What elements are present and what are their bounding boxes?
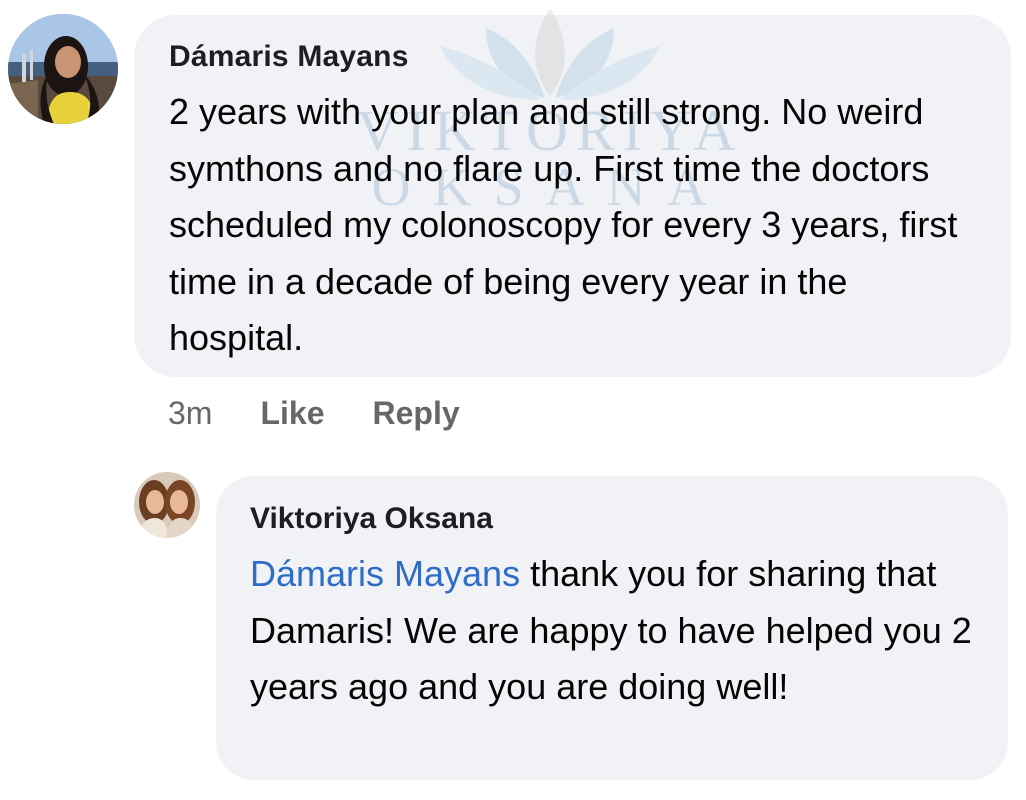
mention-link[interactable]: Dámaris Mayans xyxy=(250,553,520,594)
avatar-photo xyxy=(134,472,200,538)
commenter-avatar[interactable] xyxy=(8,14,118,124)
comment-text: 2 years with your plan and still strong.… xyxy=(169,91,958,358)
comment-actions: 3m Like Reply xyxy=(168,390,460,436)
reply-author-name[interactable]: Viktoriya Oksana xyxy=(250,502,493,536)
replier-avatar[interactable] xyxy=(134,472,200,538)
reply-button[interactable]: Reply xyxy=(372,395,459,432)
avatar-photo xyxy=(8,14,118,124)
like-button[interactable]: Like xyxy=(260,395,324,432)
comment-author-name[interactable]: Dámaris Mayans xyxy=(169,40,409,74)
reply-text: Dámaris Mayans thank you for sharing tha… xyxy=(250,546,990,716)
comment-timestamp[interactable]: 3m xyxy=(168,395,212,432)
